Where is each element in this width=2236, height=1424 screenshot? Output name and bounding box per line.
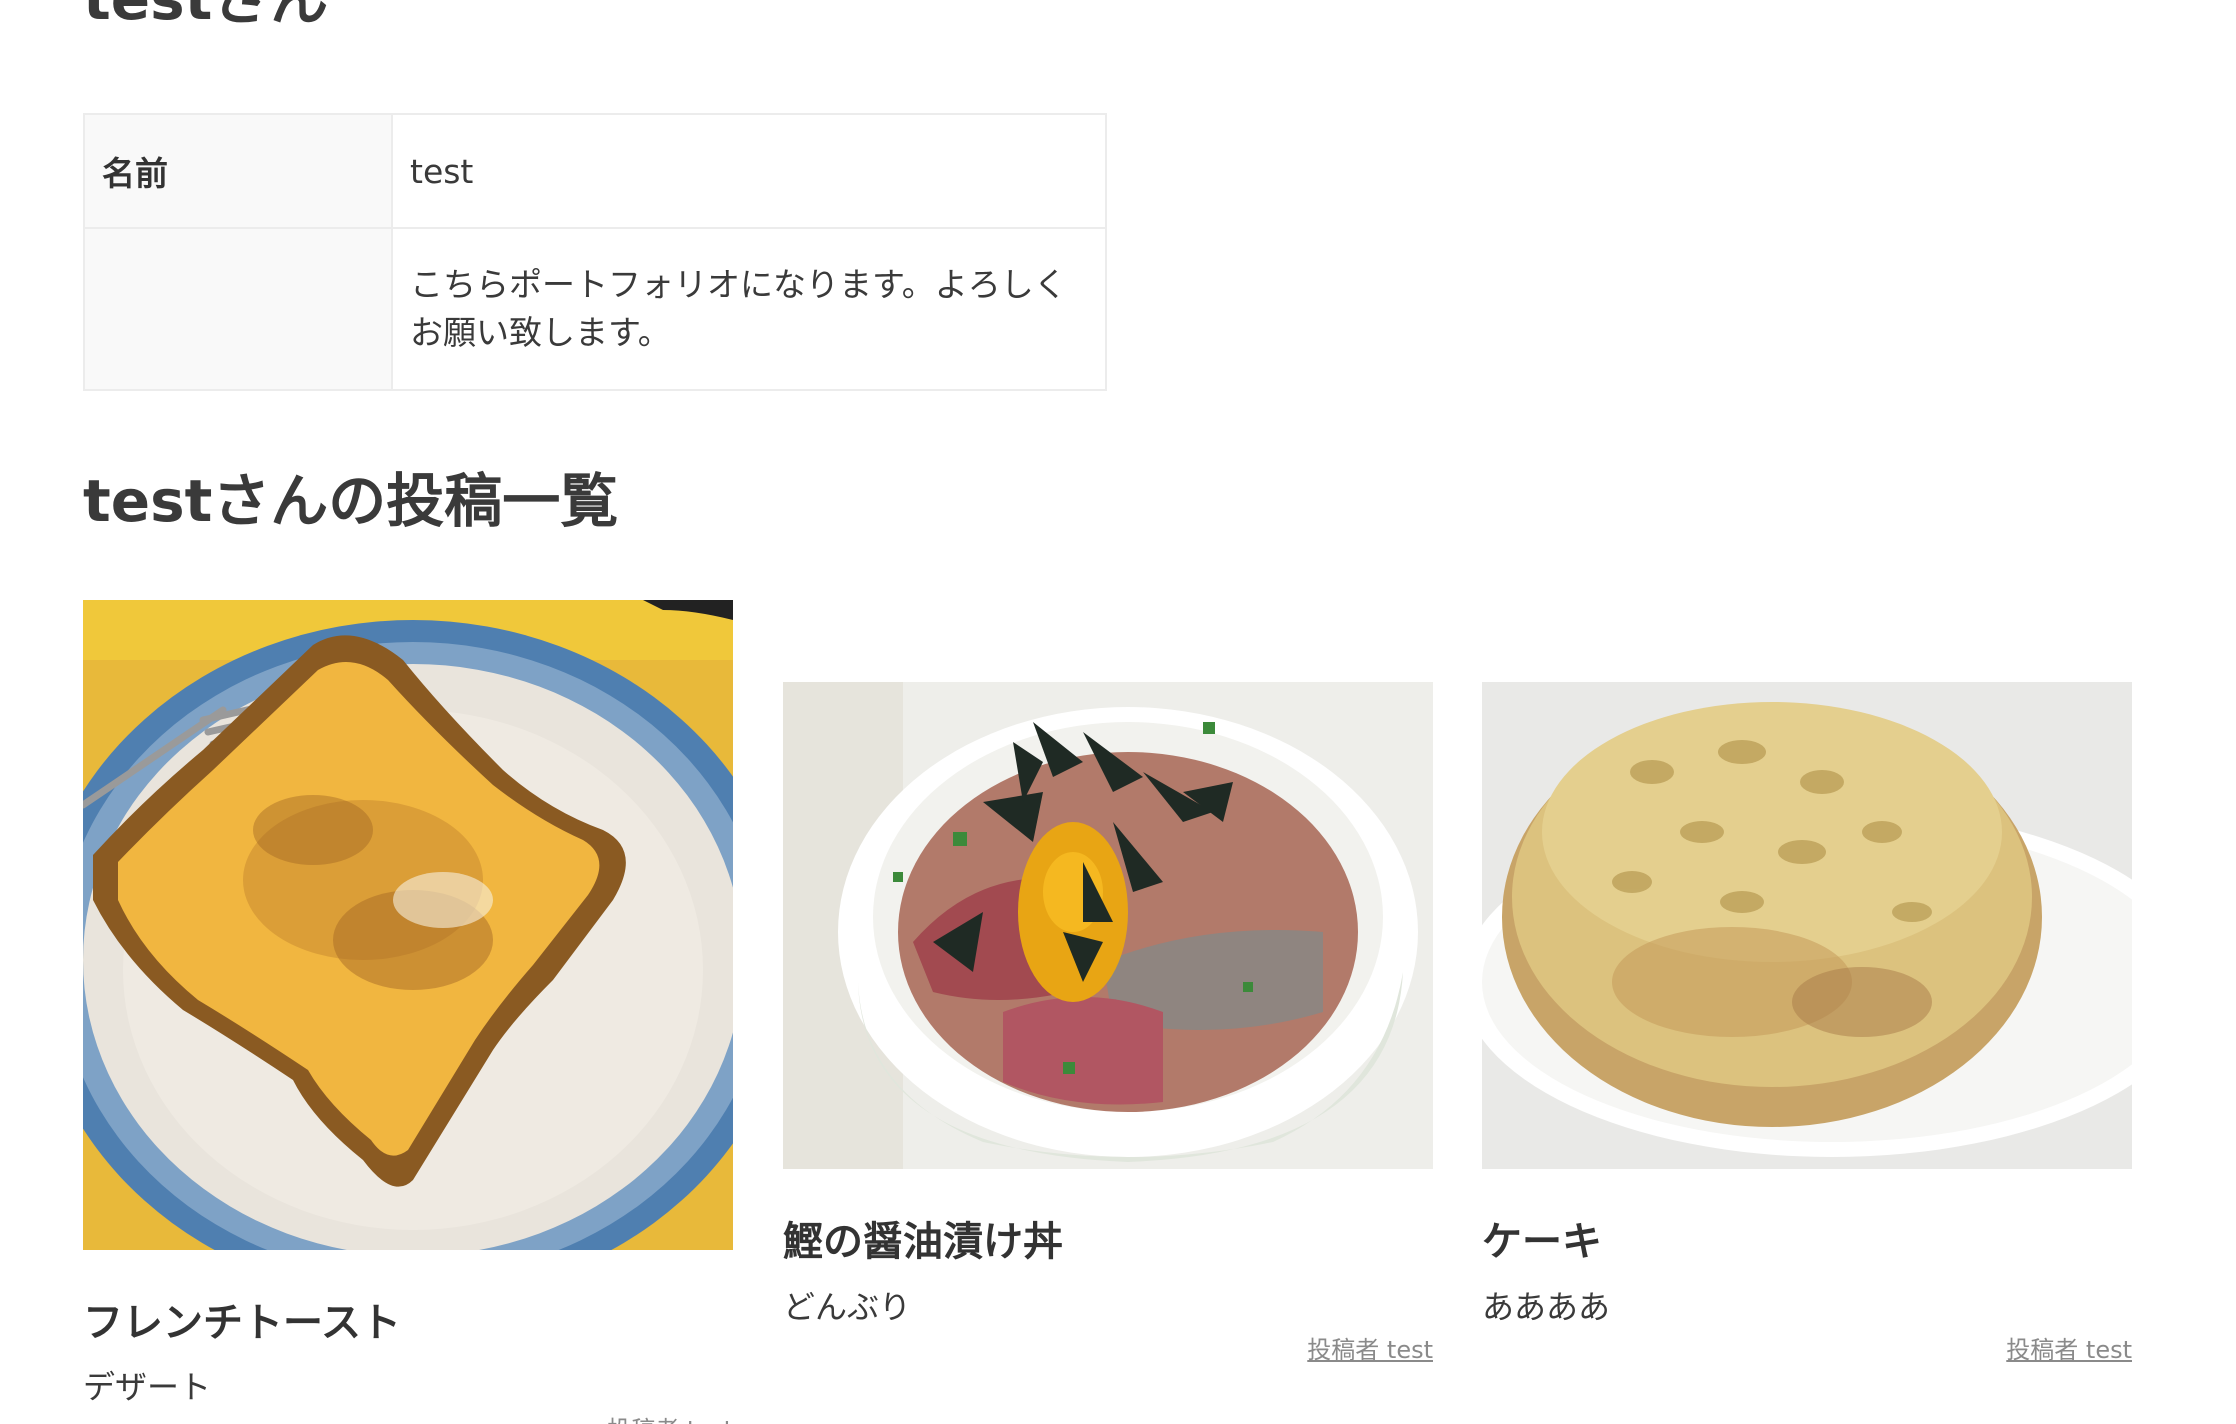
intro-label [83,227,393,391]
post-image-french-toast[interactable] [83,600,733,1250]
posts-heading: testさんの投稿一覧 [83,467,619,535]
post-author-link[interactable]: 投稿者 test [2006,1330,2132,1365]
post-title[interactable]: ケーキ [1482,1209,1602,1267]
post-card[interactable]: 鰹の醤油漬け丼 どんぶり 投稿者 test [783,682,1433,1365]
profile-row-intro: こちらポートフォリオになります。よろしくお願い致します。 [83,227,1107,391]
post-card[interactable]: ケーキ ああああ 投稿者 test [1482,682,2132,1365]
name-value: test [391,113,1107,229]
post-category: どんぶり [783,1288,912,1326]
post-title[interactable]: フレンチトースト [83,1290,401,1348]
profile-table: 名前 test こちらポートフォリオになります。よろしくお願い致します。 [83,113,1107,391]
post-title[interactable]: 鰹の醤油漬け丼 [783,1209,1063,1267]
profile-title: testさん [83,0,328,28]
user-profile-page: testさん 名前 test こちらポートフォリオになります。よろしくお願い致し… [0,0,2236,1424]
post-card[interactable]: フレンチトースト デザート 投稿者 test [83,600,733,1424]
profile-row-name: 名前 test [83,113,1107,229]
post-image-bonito-bowl[interactable] [783,682,1433,1169]
post-category: ああああ [1482,1288,1611,1326]
post-author-link[interactable]: 投稿者 test [607,1410,733,1424]
post-category: デザート [83,1368,212,1406]
post-image-cake[interactable] [1482,682,2132,1169]
intro-value: こちらポートフォリオになります。よろしくお願い致します。 [391,227,1107,391]
name-label: 名前 [83,113,393,229]
post-author-link[interactable]: 投稿者 test [1307,1330,1433,1365]
